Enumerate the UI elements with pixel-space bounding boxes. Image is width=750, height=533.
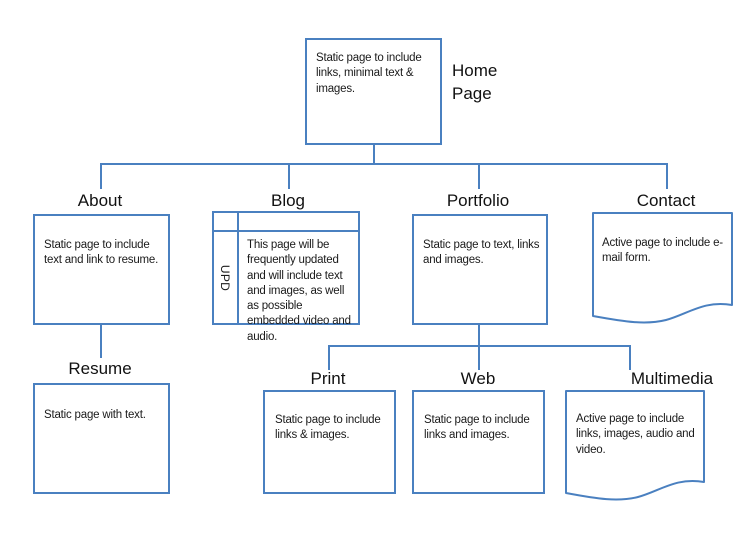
node-web[interactable]: Static page to include links and images. [412,390,545,494]
node-web-label: Web [460,369,496,388]
connector-home-stem [373,143,375,165]
blog-column-divider [237,213,239,323]
node-web-body: Static page to include links and images. [424,414,530,442]
node-contact-label: Contact [636,191,696,210]
node-multimedia-body: Active page to include links, images, au… [576,413,695,456]
node-contact-body: Active page to include e-mail form. [602,237,723,265]
node-about[interactable]: Static page to include text and link to … [33,214,170,325]
connector-to-about [100,163,102,189]
connector-about-to-resume [100,325,102,358]
contact-document-outline [592,212,733,324]
node-about-body: Static page to include text and link to … [44,239,159,267]
node-blog-side-tag: UPD [214,232,237,323]
node-portfolio[interactable]: Static page to text, links and images. [412,214,548,325]
connector-to-print [328,345,330,370]
node-resume[interactable]: Static page with text. [33,383,170,494]
connector-to-portfolio [478,163,480,189]
node-blog-side-tag-text: UPD [218,264,233,291]
node-multimedia[interactable]: Active page to include links, images, au… [565,390,705,503]
connector-portfolio-stem [478,325,480,345]
node-home-label: Home Page [452,61,498,103]
connector-to-multimedia [629,345,631,370]
connector-to-blog [288,163,290,189]
node-contact[interactable]: Active page to include e-mail form. [592,212,733,326]
node-print-label: Print [310,369,346,388]
node-blog-body: This page will be frequently updated and… [247,239,351,343]
node-blog[interactable]: UPD This page will be frequently updated… [212,211,360,343]
node-portfolio-label: Portfolio [446,191,510,210]
sitemap-diagram: Static page to include links, minimal te… [0,0,750,533]
node-resume-label: Resume [68,359,132,378]
node-print-body: Static page to include links & images. [275,414,381,442]
node-multimedia-label: Multimedia [630,369,714,388]
node-resume-body: Static page with text. [44,409,146,421]
node-blog-label: Blog [270,191,306,210]
node-print[interactable]: Static page to include links & images. [263,390,396,494]
connector-to-contact [666,163,668,189]
node-portfolio-body: Static page to text, links and images. [423,239,540,267]
connector-to-web [478,345,480,370]
node-home[interactable]: Static page to include links, minimal te… [305,38,442,145]
connector-level1-bus [100,163,668,165]
node-home-body: Static page to include links, minimal te… [316,52,422,95]
node-about-label: About [77,191,123,210]
